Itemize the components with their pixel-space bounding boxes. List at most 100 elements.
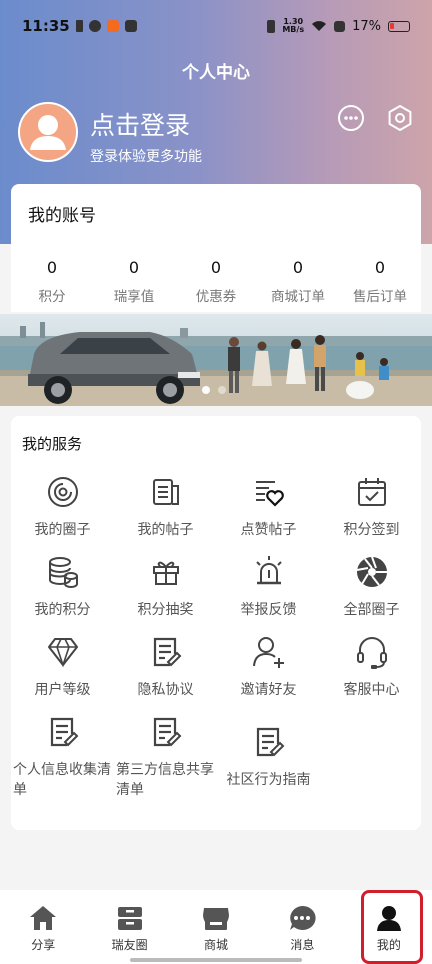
stat-value: 0 [46, 258, 58, 277]
document-pen-icon [50, 717, 78, 747]
service-label: 隐私协议 [137, 682, 194, 698]
posts-icon [152, 479, 179, 505]
service-label: 点赞帖子 [240, 522, 297, 538]
stat-label: 售后订单 [353, 289, 407, 305]
person-icon [376, 906, 401, 931]
service-checkin[interactable]: 积分签到 [320, 474, 423, 540]
service-label: 我的积分 [34, 602, 91, 618]
diamond-icon [47, 638, 78, 668]
sim-off-icon [334, 20, 346, 32]
default-avatar-icon [30, 115, 66, 150]
service-label: 全部圈子 [343, 602, 400, 618]
stat-points[interactable]: 0 积分 [11, 258, 93, 305]
services-title: 我的服务 [22, 435, 83, 453]
battery-percent: 17% [352, 18, 381, 34]
account-card: 我的账号 0 积分 0 瑞享值 0 优惠券 0 商城订单 0 售后订单 [11, 184, 421, 312]
sim-icon [75, 20, 83, 32]
services-card: 我的服务 我的圈子 我的帖子 点赞帖子 积分签到 我的积分 积分抽奖 举报反馈 … [11, 416, 421, 830]
home-indicator[interactable] [130, 958, 302, 962]
login-link[interactable]: 点击登录 [90, 106, 190, 142]
liked-posts-icon [255, 481, 284, 507]
bottom-nav: 分享 瑞友圈 商城 消息 我的 [0, 890, 432, 964]
gift-icon [152, 561, 179, 585]
service-privacy[interactable]: 隐私协议 [114, 634, 217, 700]
service-lottery[interactable]: 积分抽奖 [114, 554, 217, 620]
service-liked-posts[interactable]: 点赞帖子 [217, 474, 320, 540]
status-time: 11:35 [22, 17, 70, 35]
service-label: 社区行为指南 [226, 772, 311, 788]
page-title: 个人中心 [182, 63, 250, 83]
avatar[interactable] [18, 102, 78, 162]
stat-aftersale-orders[interactable]: 0 售后订单 [339, 258, 421, 305]
stat-coupons[interactable]: 0 优惠券 [175, 258, 257, 305]
add-user-icon [252, 637, 284, 668]
service-personal-info-list[interactable]: 个人信息收集清单 [11, 714, 114, 800]
document-pen-icon [256, 727, 284, 757]
service-support[interactable]: 客服中心 [320, 634, 423, 700]
service-label: 邀请好友 [240, 682, 297, 698]
nav-label: 消息 [290, 938, 315, 952]
nav-label: 瑞友圈 [111, 938, 148, 952]
service-community-guide[interactable]: 社区行为指南 [217, 724, 320, 790]
service-invite[interactable]: 邀请好友 [217, 634, 320, 700]
service-label: 我的帖子 [137, 522, 194, 538]
service-label: 积分抽奖 [137, 602, 194, 618]
net-speed: 1.30 MB/s [282, 17, 305, 34]
document-pen-icon [153, 717, 181, 747]
vibrate-icon [267, 19, 276, 33]
service-my-posts[interactable]: 我的帖子 [114, 474, 217, 540]
carousel-dot[interactable] [218, 386, 226, 394]
alarm-light-icon [255, 556, 282, 585]
stat-shop-orders[interactable]: 0 商城订单 [257, 258, 339, 305]
nav-item-share[interactable]: 分享 [0, 890, 86, 964]
stat-rewards[interactable]: 0 瑞享值 [93, 258, 175, 305]
wifi-icon [312, 21, 327, 31]
nav-item-store[interactable]: 商城 [173, 890, 259, 964]
service-third-party-list[interactable]: 第三方信息共享清单 [114, 714, 217, 800]
promo-banner[interactable] [0, 314, 432, 406]
app-notification-icon [88, 20, 101, 32]
stat-value: 0 [374, 258, 386, 277]
nav-label: 商城 [204, 938, 229, 952]
stat-value: 0 [128, 258, 140, 277]
stat-label: 商城订单 [271, 289, 325, 305]
message-icon[interactable] [337, 104, 365, 132]
login-subtitle: 登录体验更多功能 [90, 149, 202, 165]
nav-item-circle[interactable]: 瑞友圈 [86, 890, 172, 964]
stat-label: 优惠券 [195, 289, 237, 305]
service-user-level[interactable]: 用户等级 [11, 634, 114, 700]
chat-icon [290, 905, 317, 930]
aperture-icon [356, 556, 387, 587]
home-icon [30, 906, 57, 930]
store-icon [203, 908, 230, 930]
circle-icon [47, 477, 78, 507]
stat-label: 积分 [38, 289, 66, 305]
account-title: 我的账号 [28, 206, 96, 226]
account-stats: 0 积分 0 瑞享值 0 优惠券 0 商城订单 0 售后订单 [11, 258, 421, 305]
document-pen-icon [153, 637, 181, 667]
carousel-dot-active[interactable] [202, 386, 210, 394]
coins-icon [48, 557, 78, 588]
app-notification-icon [124, 20, 137, 32]
service-all-circles[interactable]: 全部圈子 [320, 554, 423, 620]
banner-image [0, 314, 432, 406]
stat-label: 瑞享值 [113, 289, 155, 305]
nav-label: 我的 [376, 938, 401, 952]
battery-icon [388, 20, 410, 32]
nav-item-messages[interactable]: 消息 [259, 890, 345, 964]
service-my-points[interactable]: 我的积分 [11, 554, 114, 620]
service-label: 积分签到 [343, 522, 400, 538]
settings-icon[interactable] [386, 104, 414, 132]
nav-item-mine[interactable]: 我的 [346, 890, 432, 964]
service-label: 举报反馈 [240, 602, 297, 618]
service-label: 用户等级 [34, 682, 91, 698]
service-label: 第三方信息共享清单 [116, 762, 214, 798]
drawer-icon [117, 907, 142, 930]
service-report[interactable]: 举报反馈 [217, 554, 320, 620]
stat-value: 0 [292, 258, 304, 277]
headset-icon [356, 637, 387, 669]
stat-value: 0 [210, 258, 222, 277]
service-label: 客服中心 [343, 682, 400, 698]
app-notification-icon [106, 20, 119, 32]
service-my-circle[interactable]: 我的圈子 [11, 474, 114, 540]
